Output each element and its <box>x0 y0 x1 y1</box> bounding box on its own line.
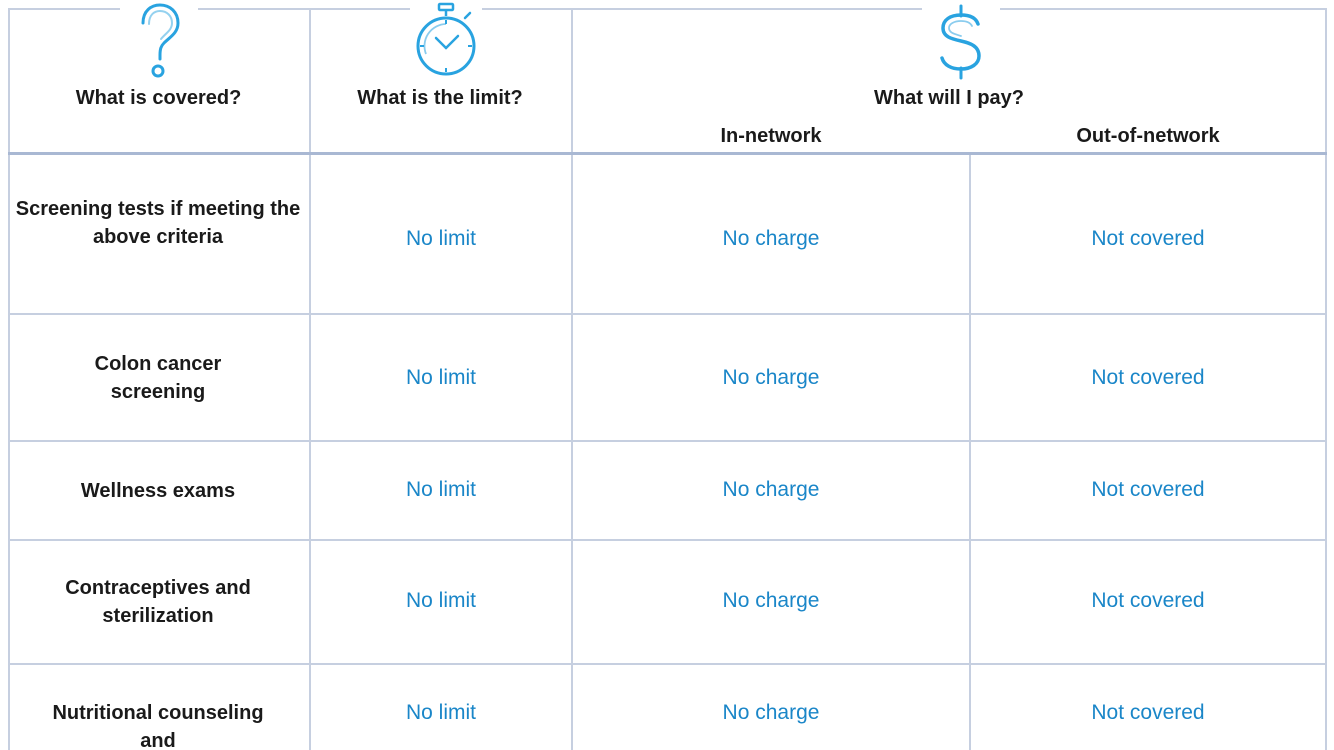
limit-value: No limit <box>405 227 476 250</box>
header-what-is-covered: What is covered? <box>75 87 242 109</box>
table-border-left <box>8 8 10 750</box>
row-divider <box>8 313 1327 315</box>
out-of-network-value: Not covered <box>1091 701 1205 724</box>
stopwatch-icon <box>416 2 476 76</box>
row-divider <box>8 663 1327 665</box>
row-divider <box>8 539 1327 541</box>
in-network-value: No charge <box>722 366 820 389</box>
in-network-value: No charge <box>722 701 820 724</box>
service-label: Wellness exams <box>80 480 236 502</box>
header-in-network: In-network <box>720 125 822 147</box>
top-border <box>198 8 410 10</box>
out-of-network-value: Not covered <box>1091 478 1205 501</box>
header-separator <box>8 152 1327 155</box>
question-mark-icon <box>141 3 180 78</box>
service-label: Nutritional counseling and <box>52 702 264 750</box>
service-label: Screening tests if meeting the above cri… <box>15 198 301 248</box>
out-of-network-value: Not covered <box>1091 589 1205 612</box>
out-of-network-value: Not covered <box>1091 366 1205 389</box>
out-of-network-value: Not covered <box>1091 227 1205 250</box>
limit-value: No limit <box>405 478 476 501</box>
in-network-value: No charge <box>722 589 820 612</box>
top-border <box>1000 8 1326 10</box>
limit-value: No limit <box>405 589 476 612</box>
header-what-is-the-limit: What is the limit? <box>357 87 523 109</box>
limit-value: No limit <box>405 366 476 389</box>
service-label: Contraceptives and sterilization <box>65 577 251 627</box>
header-out-of-network: Out-of-network <box>1076 125 1220 147</box>
top-border <box>8 8 120 10</box>
service-label: Colon cancer screening <box>94 353 222 403</box>
in-network-value: No charge <box>722 227 820 250</box>
dollar-sign-icon <box>940 4 981 80</box>
top-border <box>482 8 922 10</box>
in-network-value: No charge <box>722 478 820 501</box>
table-border-right <box>1325 8 1327 750</box>
limit-value: No limit <box>405 701 476 724</box>
header-what-will-i-pay: What will I pay? <box>873 87 1024 109</box>
row-divider <box>8 440 1327 442</box>
benefits-table: What is covered? What is the limit? What… <box>0 0 1334 750</box>
